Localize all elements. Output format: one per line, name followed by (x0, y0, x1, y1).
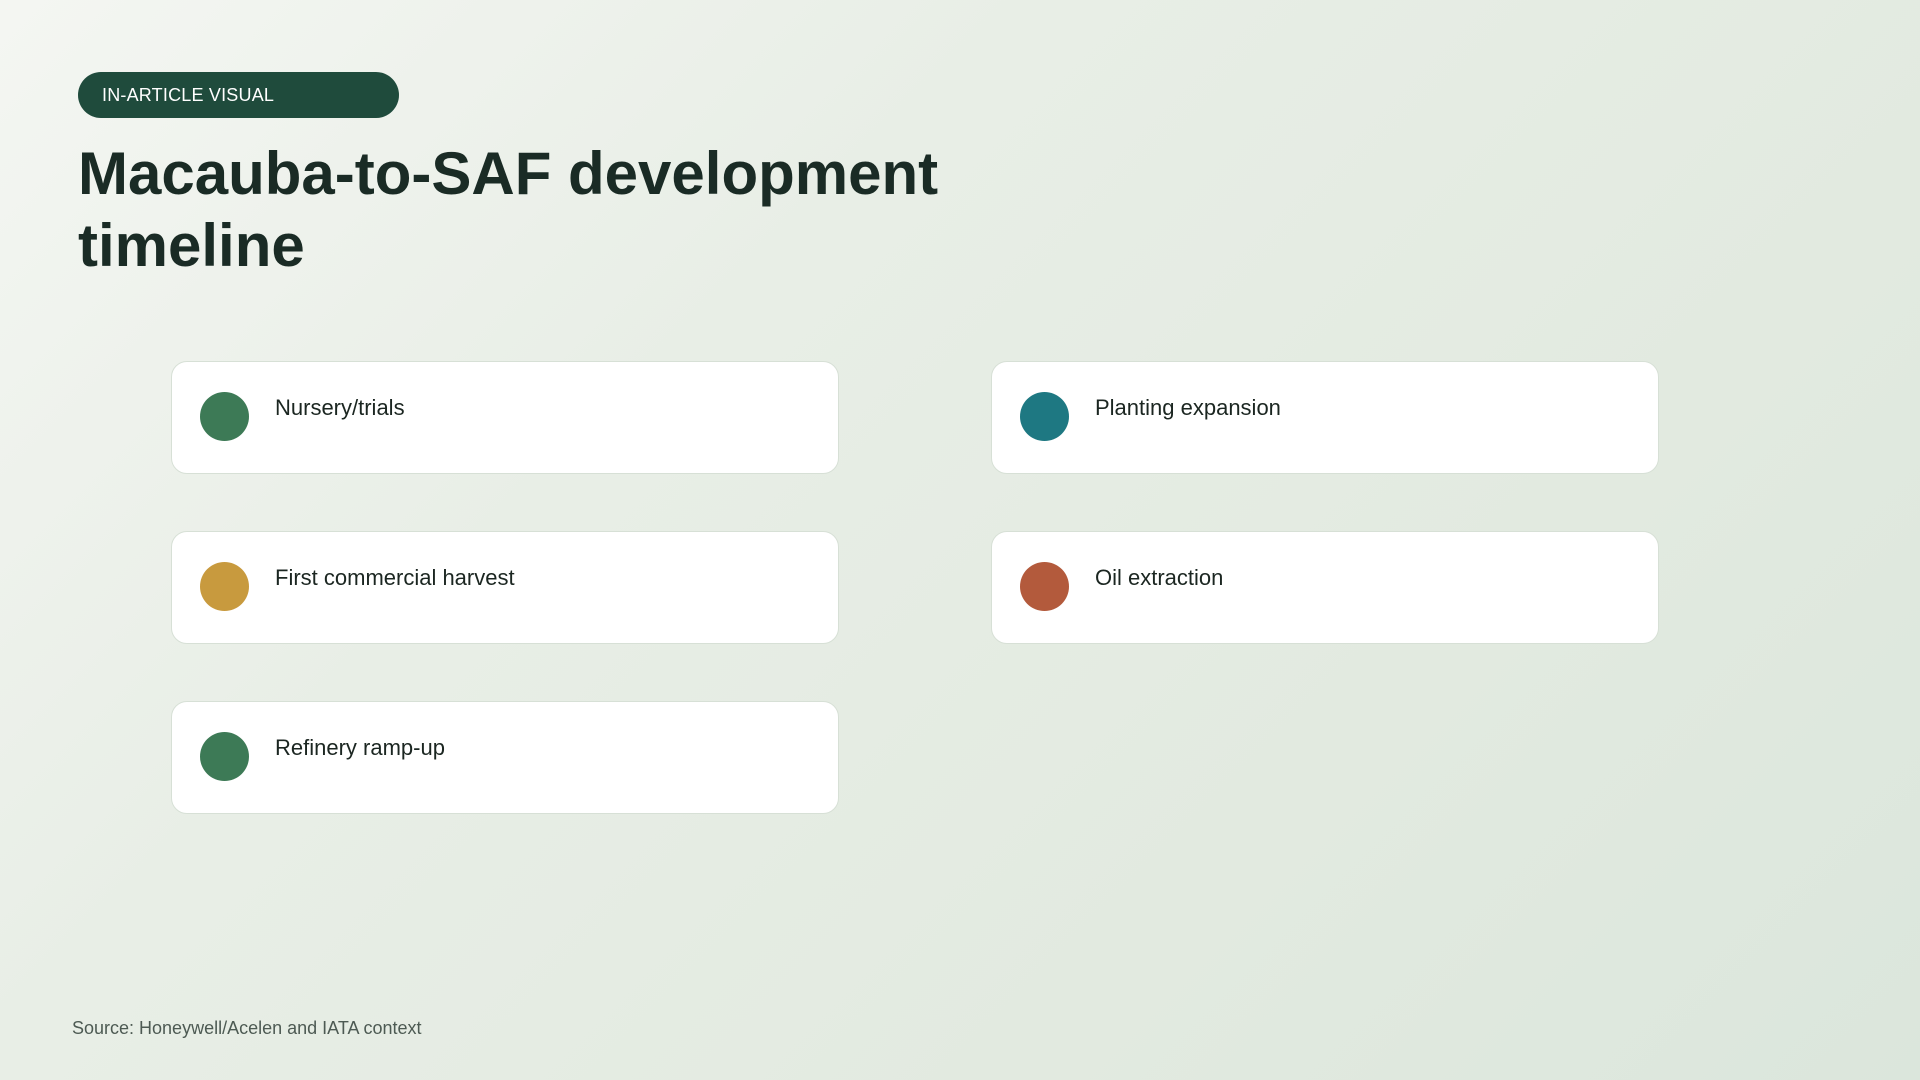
step-marker-dot (200, 562, 249, 611)
source-note: Source: Honeywell/Acelen and IATA contex… (72, 1018, 422, 1038)
step-marker-dot (1020, 562, 1069, 611)
timeline-card-planting-expansion: Planting expansion (991, 361, 1659, 474)
timeline-card-refinery-ramp-up: Refinery ramp-up (171, 701, 839, 814)
timeline-card-oil-extraction: Oil extraction (991, 531, 1659, 644)
step-marker-dot (200, 392, 249, 441)
step-marker-dot (1020, 392, 1069, 441)
step-label: Oil extraction (1095, 565, 1224, 590)
page-title: Macauba-to-SAF development timeline (78, 140, 939, 279)
step-label: Nursery/trials (275, 395, 405, 420)
timeline-card-nursery-trials: Nursery/trials (171, 361, 839, 474)
step-label: Refinery ramp-up (275, 735, 445, 760)
step-label: Planting expansion (1095, 395, 1281, 420)
step-label: First commercial harvest (275, 565, 515, 590)
timeline-card-first-commercial-harvest: First commercial harvest (171, 531, 839, 644)
category-badge: IN-ARTICLE VISUAL (78, 72, 399, 118)
step-marker-dot (200, 732, 249, 781)
